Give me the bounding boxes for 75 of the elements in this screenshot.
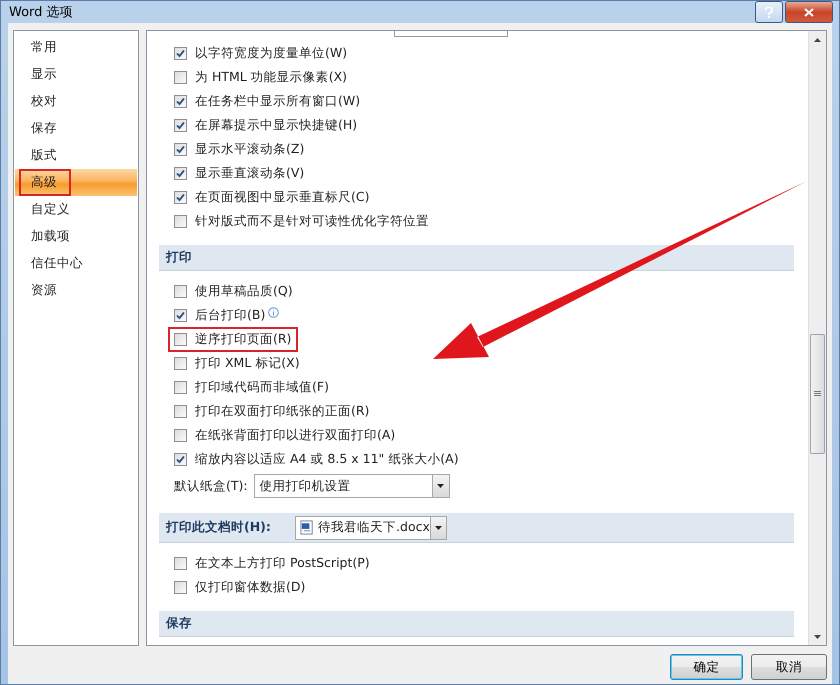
field-label: 默认纸盒(T): bbox=[174, 478, 248, 494]
checkbox[interactable] bbox=[174, 452, 187, 466]
sidebar-item[interactable]: 常用 bbox=[15, 34, 137, 61]
checkmark-icon bbox=[176, 48, 185, 58]
option-label: 使用草稿品质(Q) bbox=[195, 282, 293, 300]
option-label: 仅打印窗体数据(D) bbox=[195, 578, 306, 596]
checkbox[interactable] bbox=[174, 404, 187, 418]
tray-dropdown[interactable]: 使用打印机设置 bbox=[254, 474, 450, 498]
option-label: 打印 XML 标记(X) bbox=[195, 354, 300, 372]
sidebar-item[interactable]: 保存 bbox=[15, 115, 137, 142]
checkmark-icon bbox=[176, 144, 185, 154]
option-label: 打印在双面打印纸张的正面(R) bbox=[195, 402, 370, 420]
option-label: 后台打印(B) bbox=[195, 306, 266, 324]
option-label: 在纸张背面打印以进行双面打印(A) bbox=[195, 426, 396, 444]
document-dropdown[interactable]: 待我君临天下.docx bbox=[294, 516, 447, 540]
checkmark-icon bbox=[176, 96, 185, 106]
checkbox[interactable] bbox=[174, 428, 187, 442]
option-label: 缩放内容以适应 A4 或 8.5 x 11" 纸张大小(A) bbox=[195, 450, 459, 468]
close-button[interactable] bbox=[785, 1, 833, 23]
option-label: 打印域代码而非域值(F) bbox=[195, 378, 329, 396]
section-title: 保存 bbox=[166, 615, 192, 632]
option-label: 在文本上方打印 PostScript(P) bbox=[195, 554, 370, 572]
sidebar-item[interactable]: 校对 bbox=[15, 88, 137, 115]
sidebar-item[interactable]: 加载项 bbox=[15, 223, 137, 250]
section-title: 打印 bbox=[166, 249, 192, 266]
sidebar-item[interactable]: 版式 bbox=[15, 142, 137, 169]
sidebar-item[interactable]: 高级 bbox=[15, 169, 137, 196]
scroll-up-icon bbox=[814, 38, 821, 42]
sidebar-item[interactable]: 显示 bbox=[15, 61, 137, 88]
sidebar-item[interactable]: 资源 bbox=[15, 277, 137, 304]
checkbox[interactable] bbox=[174, 284, 187, 298]
caret-icon bbox=[434, 526, 442, 530]
close-icon bbox=[804, 8, 814, 16]
section-title: 打印此文档时(H): bbox=[166, 519, 271, 536]
help-button[interactable] bbox=[755, 1, 783, 23]
checkmark-icon bbox=[176, 168, 185, 178]
dialog-button[interactable]: 确定 bbox=[670, 654, 743, 680]
checkbox[interactable] bbox=[174, 166, 187, 180]
checkbox[interactable] bbox=[174, 46, 187, 60]
checkbox[interactable] bbox=[174, 118, 187, 132]
sidebar-item[interactable]: 信任中心 bbox=[15, 250, 137, 277]
checkbox[interactable] bbox=[174, 332, 187, 346]
checkmark-icon bbox=[176, 120, 185, 130]
option-label: 显示水平滚动条(Z) bbox=[195, 140, 304, 158]
option-label: 在页面视图中显示垂直标尺(C) bbox=[195, 188, 370, 206]
checkmark-icon bbox=[176, 192, 185, 202]
checkbox[interactable] bbox=[174, 308, 187, 322]
window-title: Word 选项 bbox=[9, 4, 74, 21]
scroll-thumb[interactable] bbox=[810, 334, 825, 454]
help-icon bbox=[765, 6, 773, 18]
option-label: 逆序打印页面(R) bbox=[195, 330, 292, 348]
checkbox[interactable] bbox=[174, 580, 187, 594]
option-label: 以字符宽度为度量单位(W) bbox=[195, 44, 348, 62]
checkmark-icon bbox=[176, 310, 185, 320]
scroll-down-icon bbox=[814, 634, 821, 638]
caret-icon bbox=[437, 484, 444, 488]
option-label: 在屏幕提示中显示快捷键(H) bbox=[195, 116, 358, 134]
checkmark-icon bbox=[176, 454, 185, 464]
grip-icon bbox=[814, 391, 821, 397]
checkbox[interactable] bbox=[174, 142, 187, 156]
option-label: 显示垂直滚动条(V) bbox=[195, 164, 304, 182]
checkbox[interactable] bbox=[174, 214, 187, 228]
checkbox[interactable] bbox=[174, 380, 187, 394]
checkbox[interactable] bbox=[174, 190, 187, 204]
dialog-button[interactable]: 取消 bbox=[751, 654, 827, 680]
option-label: 在任务栏中显示所有窗口(W) bbox=[195, 92, 360, 110]
option-label: 针对版式而不是针对可读性优化字符位置 bbox=[195, 212, 429, 230]
checkbox[interactable] bbox=[174, 556, 187, 570]
option-label: 为 HTML 功能显示像素(X) bbox=[195, 68, 348, 86]
scrollbar[interactable] bbox=[808, 31, 826, 645]
sidebar-item[interactable]: 自定义 bbox=[15, 196, 137, 223]
document-icon bbox=[300, 520, 314, 535]
checkbox[interactable] bbox=[174, 70, 187, 84]
checkbox[interactable] bbox=[174, 356, 187, 370]
checkbox[interactable] bbox=[174, 94, 187, 108]
